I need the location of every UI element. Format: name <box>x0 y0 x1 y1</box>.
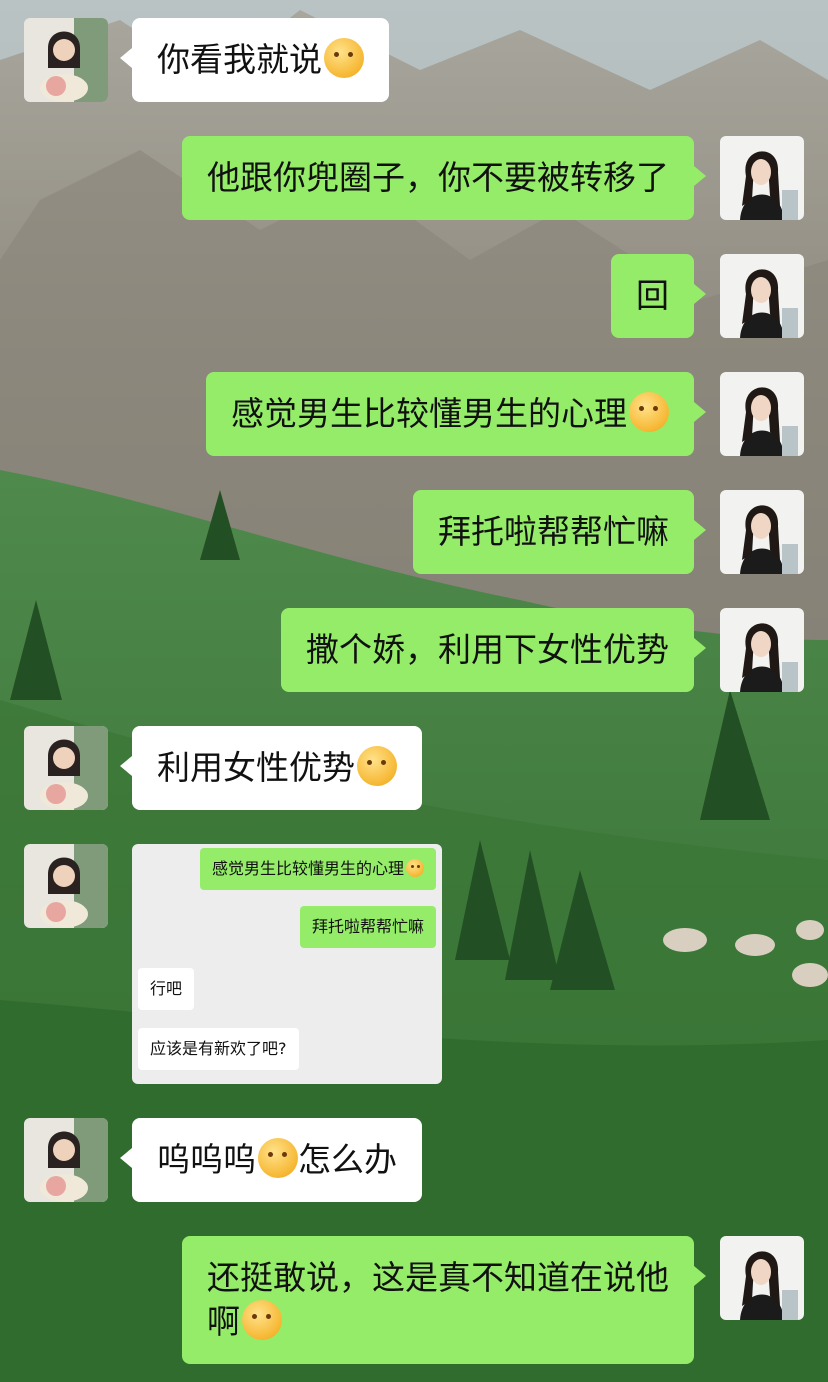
my-avatar[interactable] <box>720 136 804 220</box>
loudly-crying-face-icon <box>242 1300 282 1340</box>
message-text-line2: 啊 <box>207 1302 240 1341</box>
message-text: 撒个娇，利用下女性优势 <box>306 630 669 669</box>
my-avatar[interactable] <box>720 608 804 692</box>
screenshot-message: 感觉男生比较懂男生的心理 <box>199 848 436 890</box>
screenshot-message: 应该是有新欢了吧? <box>138 1028 299 1070</box>
message-bubble[interactable]: 感觉男生比较懂男生的心理 <box>206 372 706 456</box>
screenshot-message-text: 拜托啦帮帮忙嘛 <box>311 917 424 936</box>
message-text: 拜托啦帮帮忙嘛 <box>438 512 669 551</box>
my-avatar[interactable] <box>720 372 804 456</box>
message-text: 呜呜呜 <box>157 1140 256 1179</box>
message-text: 感觉男生比较懂男生的心理 <box>231 394 627 433</box>
message-bubble[interactable]: 撒个娇，利用下女性优势 <box>281 608 706 692</box>
screenshot-message-text: 应该是有新欢了吧? <box>150 1039 287 1058</box>
message-text: 他跟你兜圈子，你不要被转移了 <box>207 158 669 197</box>
screenshot-message: 拜托啦帮帮忙嘛 <box>299 906 436 948</box>
screenshot-message: 行吧 <box>138 968 195 1010</box>
crying-face-icon <box>258 1138 298 1178</box>
smiling-face-icon <box>357 746 397 786</box>
message-bubble[interactable]: 还挺敢说，这是真不知道在说他 啊 <box>182 1236 706 1364</box>
contact-avatar[interactable] <box>24 1118 108 1202</box>
contact-avatar[interactable] <box>24 726 108 810</box>
face-with-hand-over-mouth-icon <box>629 392 669 432</box>
contact-avatar[interactable] <box>24 18 108 102</box>
message-bubble[interactable]: 你看我就说 <box>120 18 389 102</box>
screenshot-image-message[interactable]: 感觉男生比较懂男生的心理 拜托啦帮帮忙嘛 行吧 应该是有新欢了吧? <box>132 844 442 1084</box>
my-avatar[interactable] <box>720 490 804 574</box>
message-bubble[interactable]: 他跟你兜圈子，你不要被转移了 <box>182 136 706 220</box>
message-text: 利用女性优势 <box>157 748 355 787</box>
message-text: 回 <box>636 276 669 315</box>
message-text-line1: 还挺敢说，这是真不知道在说他 <box>207 1258 669 1297</box>
message-bubble[interactable]: 呜呜呜 怎么办 <box>120 1118 422 1202</box>
message-bubble[interactable]: 回 <box>611 254 706 338</box>
my-avatar[interactable] <box>720 1236 804 1320</box>
message-text: 你看我就说 <box>157 40 322 79</box>
message-text-continued: 怎么办 <box>298 1140 397 1179</box>
face-with-hand-over-mouth-icon <box>324 38 364 78</box>
contact-avatar[interactable] <box>24 844 108 928</box>
screenshot-message-text: 行吧 <box>150 979 183 998</box>
face-with-hand-over-mouth-icon <box>406 859 424 877</box>
message-bubble[interactable]: 利用女性优势 <box>120 726 422 810</box>
screenshot-message-text: 感觉男生比较懂男生的心理 <box>211 859 404 878</box>
my-avatar[interactable] <box>720 254 804 338</box>
message-bubble[interactable]: 拜托啦帮帮忙嘛 <box>413 490 706 574</box>
